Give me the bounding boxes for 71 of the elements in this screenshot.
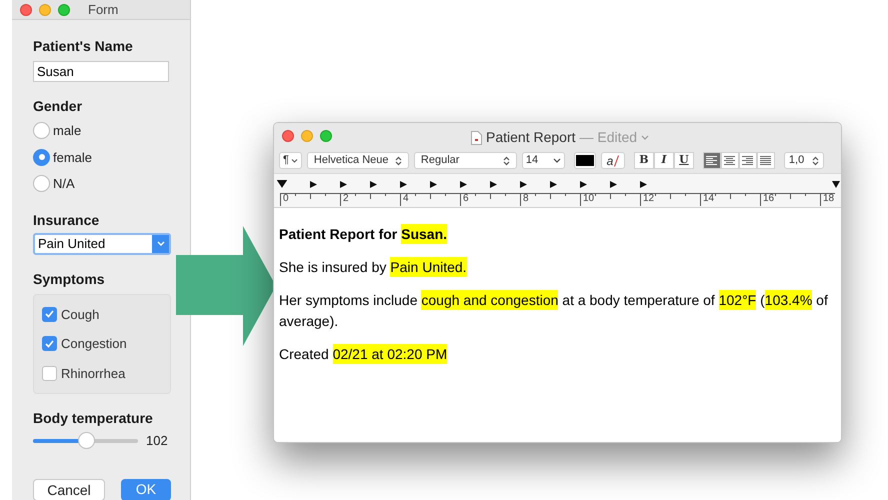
- field-label: Symptoms: [33, 270, 106, 289]
- field-label: Insurance: [33, 210, 100, 230]
- line-spacing-select[interactable]: 1,0: [784, 152, 824, 169]
- ruler-label: 16: [763, 194, 774, 204]
- format-button[interactable]: U: [674, 152, 694, 169]
- radio-label: male: [53, 122, 82, 140]
- ruler-label: 2: [343, 194, 349, 204]
- format-button[interactable]: B: [634, 152, 654, 169]
- ruler-label: 14: [703, 194, 714, 204]
- align-right-icon[interactable]: [738, 152, 757, 169]
- justify-icon[interactable]: [756, 152, 775, 169]
- ruler-label: 6: [463, 194, 469, 204]
- close-button[interactable]: [20, 4, 32, 16]
- window-title: Patient Report: [486, 128, 576, 147]
- font-style-select[interactable]: Regular: [414, 152, 517, 169]
- highlight-color-button[interactable]: a: [600, 152, 625, 169]
- ruler-label: 10: [583, 194, 594, 204]
- radio-label: female: [53, 148, 92, 166]
- ruler-label: 0: [283, 194, 289, 204]
- window-title: Form: [88, 0, 118, 19]
- font-family-select[interactable]: Helvetica Neue: [306, 152, 409, 169]
- ruler-label: 12: [643, 194, 654, 204]
- minimize-button[interactable]: [301, 130, 313, 142]
- field-label: Body temperature: [33, 409, 154, 428]
- checkbox[interactable]: [42, 366, 57, 381]
- slider-thumb[interactable]: [78, 432, 94, 450]
- align-center-icon[interactable]: [720, 152, 739, 169]
- document-paragraph: Created 02/21 at 02:20 PM: [279, 344, 448, 365]
- edited-status: — Edited: [580, 128, 638, 147]
- zoom-button[interactable]: [58, 4, 70, 16]
- radio-button[interactable]: [33, 148, 50, 166]
- checkbox-label: Cough: [61, 306, 100, 324]
- ruler-label: 4: [403, 194, 409, 204]
- checkbox[interactable]: [42, 336, 57, 352]
- field-label: Patient's Name: [33, 37, 134, 56]
- radio-button[interactable]: [33, 122, 50, 140]
- document-paragraph: Her symptoms include cough and congestion at a body temperature of 102°F (103.4% of average).: [279, 290, 829, 331]
- document-icon: [471, 130, 482, 144]
- zoom-button[interactable]: [320, 130, 332, 142]
- chevron-down-icon: [156, 241, 164, 246]
- ruler-label: 8: [523, 194, 529, 204]
- checkbox-label: Rhinorrhea: [61, 364, 126, 382]
- field-label: Gender: [33, 97, 84, 116]
- document-paragraph: Patient Report for Susan.: [279, 224, 448, 245]
- document-paragraph: She is insured by Pain United.: [279, 257, 468, 278]
- radio-label: N/A: [53, 175, 75, 193]
- checkbox-label: Congestion: [61, 335, 127, 353]
- cancel-button[interactable]: Cancel: [33, 478, 105, 500]
- close-button[interactable]: [282, 130, 294, 142]
- align-left-icon[interactable]: [702, 152, 721, 169]
- format-button[interactable]: I: [654, 152, 674, 169]
- slider-value: 102: [146, 432, 168, 450]
- checkmark-icon: [45, 310, 54, 318]
- checkbox[interactable]: [42, 306, 57, 322]
- slider[interactable]: [33, 431, 138, 450]
- ruler-label: 18: [823, 194, 834, 204]
- chevron-down-icon: [552, 158, 561, 163]
- font-size-field[interactable]: 14: [522, 152, 565, 169]
- minimize-button[interactable]: [39, 4, 51, 16]
- chevron-down-icon: [641, 135, 650, 140]
- checkmark-icon: [45, 340, 54, 348]
- stepper-icon: [394, 156, 402, 166]
- name-field[interactable]: Susan: [33, 61, 169, 82]
- chevron-down-icon: [290, 158, 298, 162]
- paragraph-style-button[interactable]: ¶: [279, 152, 302, 169]
- insurance-dropdown[interactable]: Pain United: [33, 232, 171, 254]
- stepper-icon: [502, 156, 510, 166]
- radio-button[interactable]: [33, 175, 50, 192]
- slash-icon: [614, 154, 620, 166]
- text-color-button[interactable]: [574, 152, 596, 169]
- stepper-icon: [812, 156, 819, 166]
